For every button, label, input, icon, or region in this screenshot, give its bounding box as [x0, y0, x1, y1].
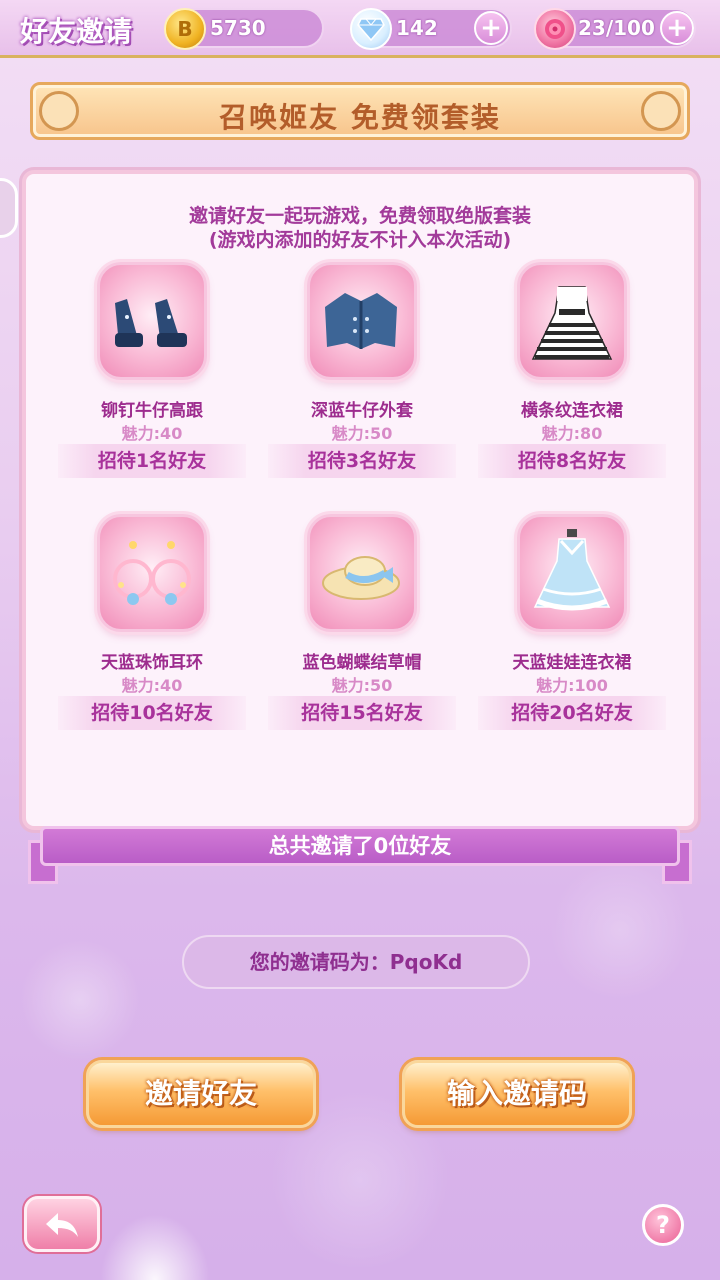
rose-value: 23/100 — [578, 16, 655, 40]
doll-dress-icon — [533, 529, 611, 611]
item-charm: 魅力:80 — [541, 424, 603, 443]
earrings-icon — [113, 541, 191, 605]
coin-counter: B 5730 — [164, 8, 324, 50]
item-frame — [307, 514, 417, 632]
item-name: 天蓝娃娃连衣裙 — [512, 653, 632, 673]
invite-count-ribbon: 总共邀请了0位好友 — [40, 826, 680, 866]
coin-value: 5730 — [210, 16, 266, 40]
item-requirement: 招待20名好友 — [478, 696, 666, 730]
panel-intro: 邀请好友一起玩游戏，免费领取绝版套装 (游戏内添加的好友不计入本次活动) — [26, 204, 694, 252]
item-name: 深蓝牛仔外套 — [311, 401, 413, 421]
page-title: 好友邀请 — [20, 15, 133, 48]
sparkle-decoration — [100, 1214, 210, 1280]
straw-hat-icon — [322, 556, 400, 600]
rose-icon — [534, 8, 576, 50]
invite-code-display: 您的邀请码为：PqoKd — [182, 935, 530, 989]
intro-line-1: 邀请好友一起玩游戏，免费领取绝版套装 — [188, 205, 531, 227]
item-charm: 魅力:40 — [121, 676, 183, 695]
striped-dress-icon — [531, 286, 613, 360]
item-frame — [517, 262, 627, 380]
shoes-icon — [115, 299, 187, 347]
item-charm: 魅力:40 — [121, 424, 183, 443]
diamond-icon — [350, 8, 392, 50]
enter-invite-code-button[interactable]: 输入邀请码 — [402, 1060, 632, 1128]
banner-title: 召唤姬友 免费领套装 — [219, 101, 501, 134]
item-name: 天蓝珠饰耳环 — [101, 653, 203, 673]
help-button[interactable]: ? — [642, 1204, 684, 1246]
item-frame — [307, 262, 417, 380]
item-charm: 魅力:100 — [536, 676, 608, 695]
back-arrow-icon — [46, 1213, 78, 1237]
item-frame — [97, 262, 207, 380]
event-banner: 召唤姬友 免费领套装 — [30, 82, 690, 140]
diamond-counter: 142 + — [350, 8, 512, 50]
rose-counter: 23/100 + — [534, 8, 696, 50]
top-bar: 好友邀请 B 5730 142 + 23/100 + — [0, 0, 720, 58]
item-frame — [517, 514, 627, 632]
side-tab-handle[interactable] — [0, 178, 18, 238]
item-requirement: 招待8名好友 — [478, 444, 666, 478]
item-requirement: 招待1名好友 — [58, 444, 246, 478]
item-frame — [97, 514, 207, 632]
back-button[interactable] — [24, 1196, 100, 1252]
item-charm: 魅力:50 — [331, 424, 393, 443]
add-diamonds-button[interactable]: + — [474, 11, 508, 45]
add-roses-button[interactable]: + — [660, 11, 694, 45]
item-charm: 魅力:50 — [331, 676, 393, 695]
item-requirement: 招待15名好友 — [268, 696, 456, 730]
invite-friends-button[interactable]: 邀请好友 — [86, 1060, 316, 1128]
intro-line-2: (游戏内添加的好友不计入本次活动) — [208, 229, 512, 251]
coin-icon: B — [164, 8, 206, 50]
jacket-icon — [325, 293, 397, 349]
item-requirement: 招待10名好友 — [58, 696, 246, 730]
item-name: 铆钉牛仔高跟 — [101, 401, 203, 421]
diamond-value: 142 — [396, 16, 438, 40]
item-name: 横条纹连衣裙 — [521, 401, 623, 421]
item-requirement: 招待3名好友 — [268, 444, 456, 478]
reward-panel: 邀请好友一起玩游戏，免费领取绝版套装 (游戏内添加的好友不计入本次活动) 铆钉牛… — [22, 170, 698, 830]
item-name: 蓝色蝴蝶结草帽 — [302, 653, 422, 673]
